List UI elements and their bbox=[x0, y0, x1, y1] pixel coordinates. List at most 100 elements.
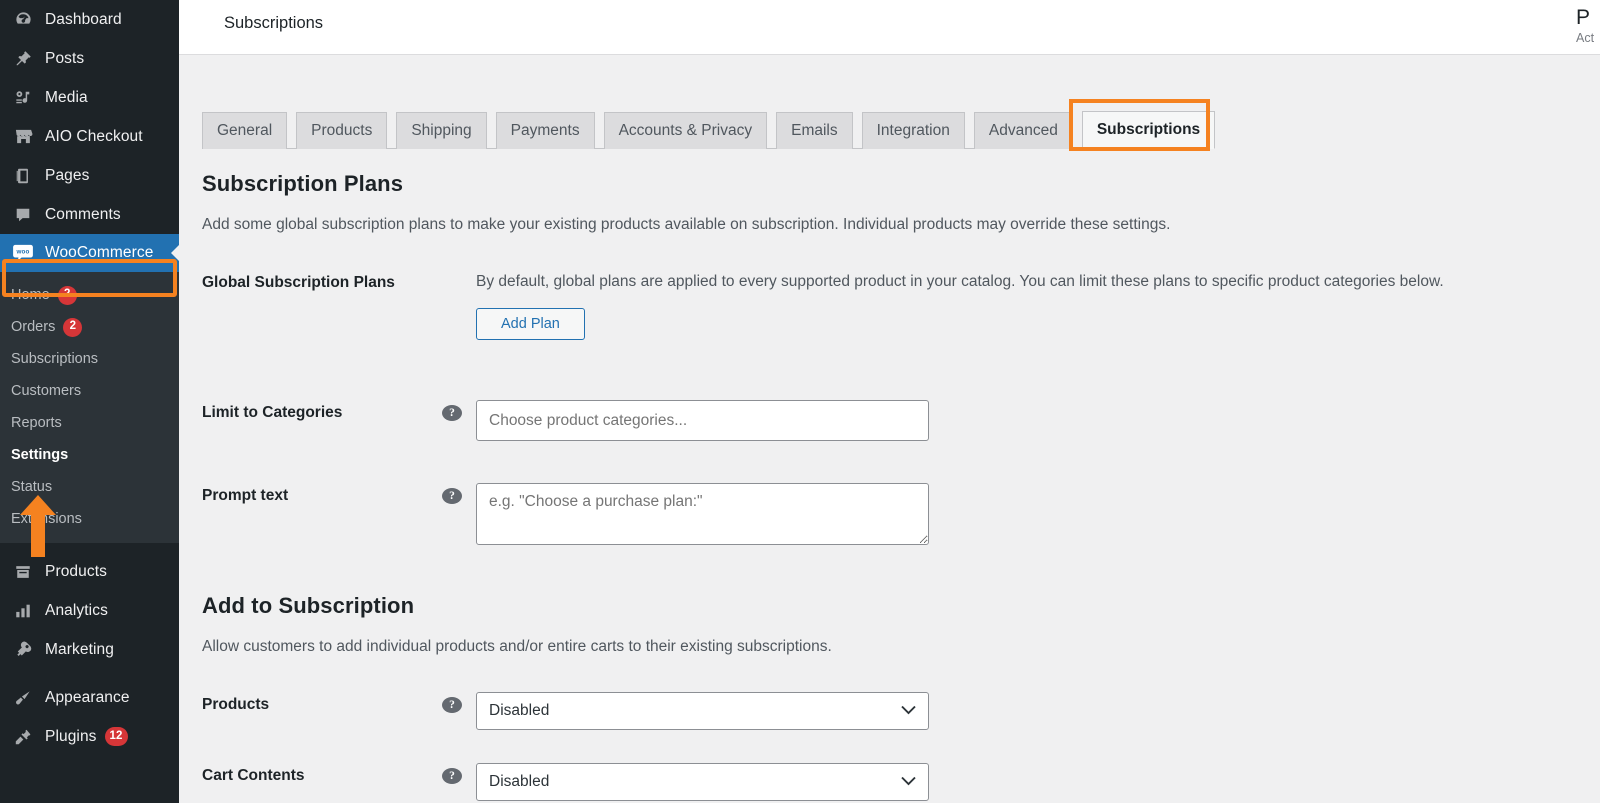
subscription-plans-heading: Subscription Plans bbox=[202, 171, 404, 196]
sidebar-subitem-label: Reports bbox=[11, 415, 62, 431]
tab-accounts-privacy[interactable]: Accounts & Privacy bbox=[603, 112, 768, 149]
sidebar-subitem-label: Subscriptions bbox=[11, 351, 99, 367]
settings-tabs: General Products Shipping Payments Accou… bbox=[202, 99, 1216, 151]
sidebar-item-label: Dashboard bbox=[45, 10, 122, 28]
sidebar-subitem-extensions[interactable]: Extensions bbox=[0, 503, 179, 535]
sidebar-item-appearance[interactable]: Appearance bbox=[0, 678, 179, 717]
subscription-plans-description: Add some global subscription plans to ma… bbox=[202, 216, 1171, 233]
row-products-add: Products ? Disabled bbox=[202, 692, 1600, 730]
tab-products[interactable]: Products bbox=[296, 112, 388, 149]
sidebar-item-media[interactable]: Media bbox=[0, 78, 179, 117]
tab-integration[interactable]: Integration bbox=[861, 112, 965, 149]
cart-contents-help-icon[interactable]: ? bbox=[442, 768, 462, 784]
add-plan-button[interactable]: Add Plan bbox=[476, 308, 585, 340]
global-plans-help-spacer bbox=[442, 275, 462, 291]
add-to-subscription-description: Allow customers to add individual produc… bbox=[202, 638, 832, 655]
products-add-select-wrap: Disabled bbox=[476, 692, 929, 730]
sidebar-item-label: Analytics bbox=[45, 601, 108, 619]
sidebar-item-label: Plugins bbox=[45, 727, 97, 745]
sidebar-subitem-customers[interactable]: Customers bbox=[0, 375, 179, 407]
sidebar-subitem-home[interactable]: Home 2 bbox=[0, 279, 179, 311]
sidebar-item-products[interactable]: Products bbox=[0, 552, 179, 591]
sidebar-item-label: AIO Checkout bbox=[45, 127, 143, 145]
menu-separator bbox=[0, 543, 179, 552]
plug-icon bbox=[11, 727, 35, 747]
sidebar-item-label: Marketing bbox=[45, 640, 114, 658]
sidebar-subitem-label: Orders bbox=[11, 319, 56, 335]
limit-categories-label: Limit to Categories bbox=[202, 404, 343, 421]
sidebar-subitem-settings[interactable]: Settings bbox=[0, 439, 179, 471]
dashboard-icon bbox=[11, 10, 35, 30]
store-icon bbox=[11, 127, 35, 147]
sidebar-subitem-subscriptions[interactable]: Subscriptions bbox=[0, 343, 179, 375]
cart-contents-label: Cart Contents bbox=[202, 767, 305, 784]
global-plans-field: By default, global plans are applied to … bbox=[476, 270, 1600, 340]
tab-shipping[interactable]: Shipping bbox=[396, 112, 487, 149]
sidebar-item-label: Posts bbox=[45, 49, 85, 67]
sidebar-item-label: Products bbox=[45, 562, 107, 580]
limit-categories-input[interactable] bbox=[476, 400, 929, 441]
sidebar-item-label: Appearance bbox=[45, 688, 130, 706]
products-icon bbox=[11, 562, 35, 582]
sidebar-item-label: Media bbox=[45, 88, 88, 106]
tab-subscriptions[interactable]: Subscriptions bbox=[1081, 111, 1216, 149]
global-plans-description: By default, global plans are applied to … bbox=[476, 273, 1444, 290]
tab-advanced[interactable]: Advanced bbox=[973, 112, 1073, 149]
prompt-text-help-icon[interactable]: ? bbox=[442, 488, 462, 504]
products-add-select[interactable]: Disabled bbox=[476, 692, 929, 730]
sidebar-subitem-label: Extensions bbox=[11, 511, 82, 527]
sidebar-subitem-reports[interactable]: Reports bbox=[0, 407, 179, 439]
admin-sidebar: Dashboard Posts Media AIO Checkout Pages… bbox=[0, 0, 179, 803]
tab-general[interactable]: General bbox=[202, 112, 288, 149]
limit-categories-help-icon[interactable]: ? bbox=[442, 405, 462, 421]
pin-icon bbox=[11, 49, 35, 69]
sidebar-subitem-status[interactable]: Status bbox=[0, 471, 179, 503]
pages-icon bbox=[11, 166, 35, 186]
limit-categories-field bbox=[476, 400, 1600, 441]
sidebar-item-dashboard[interactable]: Dashboard bbox=[0, 0, 179, 39]
clipped-heading: P bbox=[1576, 6, 1591, 29]
analytics-icon bbox=[11, 601, 35, 621]
woocommerce-submenu: Home 2 Orders 2 Subscriptions Customers … bbox=[0, 272, 179, 543]
clipped-subtext: Act bbox=[1576, 31, 1595, 45]
sidebar-subitem-orders[interactable]: Orders 2 bbox=[0, 311, 179, 343]
sidebar-subitem-label: Home bbox=[11, 287, 50, 303]
tab-emails[interactable]: Emails bbox=[776, 112, 853, 149]
sidebar-item-label: Comments bbox=[45, 205, 121, 223]
admin-topbar: Subscriptions P Act bbox=[179, 0, 1600, 55]
sidebar-subitem-label: Status bbox=[11, 479, 53, 495]
sidebar-subitem-label: Customers bbox=[11, 383, 82, 399]
sidebar-item-marketing[interactable]: Marketing bbox=[0, 630, 179, 669]
row-prompt-text: Prompt text ? bbox=[202, 483, 1600, 550]
products-add-help-icon[interactable]: ? bbox=[442, 697, 462, 713]
row-cart-contents-add: Cart Contents ? Disabled bbox=[202, 763, 1600, 801]
comment-icon bbox=[11, 205, 35, 225]
settings-content: General Products Shipping Payments Accou… bbox=[179, 55, 1600, 803]
global-plans-label: Global Subscription Plans bbox=[202, 274, 395, 291]
sidebar-subitem-label: Settings bbox=[11, 447, 69, 463]
svg-text:woo: woo bbox=[16, 248, 30, 255]
products-add-label: Products bbox=[202, 696, 270, 713]
sidebar-item-comments[interactable]: Comments bbox=[0, 195, 179, 234]
add-to-subscription-heading: Add to Subscription bbox=[202, 593, 415, 618]
menu-separator-2 bbox=[0, 669, 179, 678]
sidebar-menu-top: Dashboard Posts Media AIO Checkout Pages… bbox=[0, 0, 179, 234]
plugins-count-badge: 12 bbox=[104, 727, 128, 746]
prompt-text-label: Prompt text bbox=[202, 487, 289, 504]
sidebar-item-analytics[interactable]: Analytics bbox=[0, 591, 179, 630]
cart-contents-select[interactable]: Disabled bbox=[476, 763, 929, 801]
cart-contents-select-wrap: Disabled bbox=[476, 763, 929, 801]
prompt-text-textarea[interactable] bbox=[476, 483, 929, 545]
screen: Dashboard Posts Media AIO Checkout Pages… bbox=[0, 0, 1600, 803]
sidebar-item-plugins[interactable]: Plugins 12 bbox=[0, 717, 179, 756]
sidebar-item-pages[interactable]: Pages bbox=[0, 156, 179, 195]
submenu-pointer-icon bbox=[171, 245, 179, 261]
sidebar-item-label: WooCommerce bbox=[45, 244, 154, 261]
sidebar-item-aio-checkout[interactable]: AIO Checkout bbox=[0, 117, 179, 156]
row-global-subscription-plans: Global Subscription Plans By default, gl… bbox=[202, 270, 1600, 340]
topbar-right-clipped: P Act bbox=[1576, 6, 1600, 46]
tab-payments[interactable]: Payments bbox=[495, 112, 595, 149]
sidebar-item-woocommerce[interactable]: woo WooCommerce bbox=[0, 234, 179, 272]
sidebar-item-posts[interactable]: Posts bbox=[0, 39, 179, 78]
home-count-badge: 2 bbox=[57, 285, 77, 305]
